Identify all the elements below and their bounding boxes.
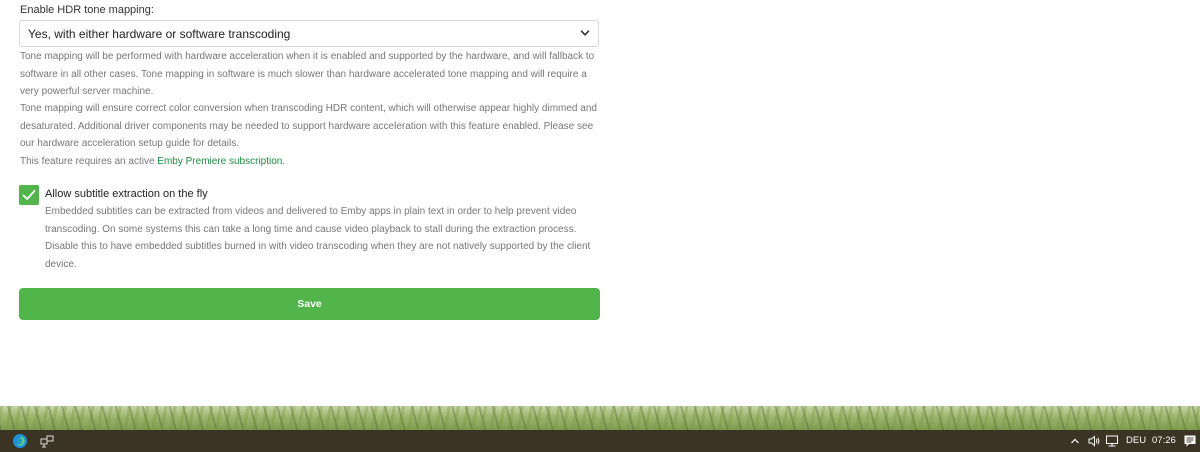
desktop-wallpaper (0, 406, 1200, 430)
hdr-tone-mapping-label: Enable HDR tone mapping: (20, 4, 154, 16)
premiere-notice-suffix: . (282, 156, 286, 167)
hdr-help-text-2: Tone mapping will ensure correct color c… (20, 103, 597, 150)
hdr-help-text-1: Tone mapping will be performed with hard… (20, 51, 595, 98)
clock[interactable]: 07:26 (1152, 435, 1176, 446)
chevron-down-icon (580, 30, 590, 36)
network-app-icon[interactable] (40, 434, 54, 448)
hdr-tone-mapping-select[interactable]: Yes, with either hardware or software tr… (19, 20, 599, 47)
save-button[interactable]: Save (19, 288, 600, 320)
premiere-link[interactable]: Emby Premiere subscription (157, 156, 282, 167)
network-icon[interactable] (1105, 434, 1119, 448)
subtitle-extraction-help: Embedded subtitles can be extracted from… (45, 206, 591, 270)
subtitle-extraction-label[interactable]: Allow subtitle extraction on the fly (45, 188, 208, 200)
premiere-notice-prefix: This feature requires an active (20, 156, 158, 167)
chevron-up-icon[interactable] (1070, 436, 1080, 446)
checkmark-icon (22, 189, 36, 200)
subtitle-extraction-checkbox[interactable] (19, 185, 39, 205)
settings-page: Enable HDR tone mapping: Yes, with eithe… (0, 0, 1200, 406)
notification-icon[interactable] (1183, 434, 1197, 448)
edge-icon[interactable] (12, 433, 28, 449)
taskbar: DEU 07:26 (0, 430, 1200, 452)
premiere-notice: This feature requires an active Emby Pre… (20, 153, 600, 171)
input-language[interactable]: DEU (1126, 435, 1146, 446)
speaker-icon[interactable] (1087, 434, 1101, 448)
hdr-tone-mapping-value: Yes, with either hardware or software tr… (28, 27, 291, 41)
